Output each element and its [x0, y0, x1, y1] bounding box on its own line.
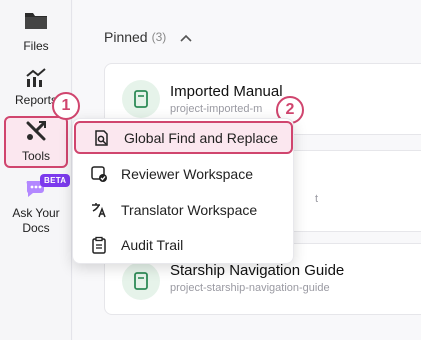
- sidebar-item-label: Tools: [21, 149, 50, 163]
- card-subtitle: t: [315, 193, 319, 205]
- book-icon: [122, 262, 160, 300]
- card-subtitle: project-imported-m: [170, 103, 263, 115]
- menu-item-label: Reviewer Workspace: [121, 166, 254, 182]
- tools-icon: [24, 119, 48, 146]
- menu-item-label: Translator Workspace: [121, 202, 258, 218]
- card-subtitle: project-starship-navigation-guide: [170, 282, 330, 294]
- app-root: Files Reports Tools Ask Your Docs BETA P…: [0, 0, 421, 340]
- tools-menu: Global Find and Replace Reviewer Workspa…: [72, 118, 294, 264]
- pinned-label: Pinned: [104, 29, 148, 45]
- sidebar-item-label: Files: [23, 39, 49, 53]
- sidebar: Files Reports Tools Ask Your Docs BETA: [0, 0, 72, 340]
- menu-item-label: Audit Trail: [121, 237, 184, 253]
- sidebar-item-label: Ask Your Docs: [12, 206, 60, 235]
- find-replace-icon: [93, 129, 111, 147]
- menu-item-translator-workspace[interactable]: Translator Workspace: [73, 192, 295, 228]
- card-title: Imported Manual: [170, 83, 283, 100]
- chevron-up-icon[interactable]: [180, 29, 192, 45]
- clipboard-icon: [90, 236, 108, 254]
- translate-icon: [90, 201, 108, 219]
- step-badge-1: 1: [52, 92, 80, 120]
- menu-item-reviewer-workspace[interactable]: Reviewer Workspace: [73, 156, 295, 192]
- sidebar-item-tools[interactable]: Tools: [4, 116, 68, 168]
- menu-item-audit-trail[interactable]: Audit Trail: [73, 227, 295, 263]
- book-icon: [122, 80, 160, 118]
- beta-badge: BETA: [40, 174, 71, 187]
- menu-item-global-find-replace[interactable]: Global Find and Replace: [74, 121, 293, 154]
- sidebar-item-label: Reports: [14, 93, 58, 107]
- sidebar-item-files[interactable]: Files: [0, 8, 72, 53]
- pinned-header[interactable]: Pinned (3): [104, 29, 192, 45]
- folder-icon: [23, 8, 49, 35]
- menu-item-label: Global Find and Replace: [124, 129, 279, 146]
- reviewer-icon: [90, 165, 108, 183]
- card-title: Starship Navigation Guide: [170, 262, 345, 279]
- chart-icon: [24, 66, 48, 91]
- pinned-count: (3): [151, 30, 167, 44]
